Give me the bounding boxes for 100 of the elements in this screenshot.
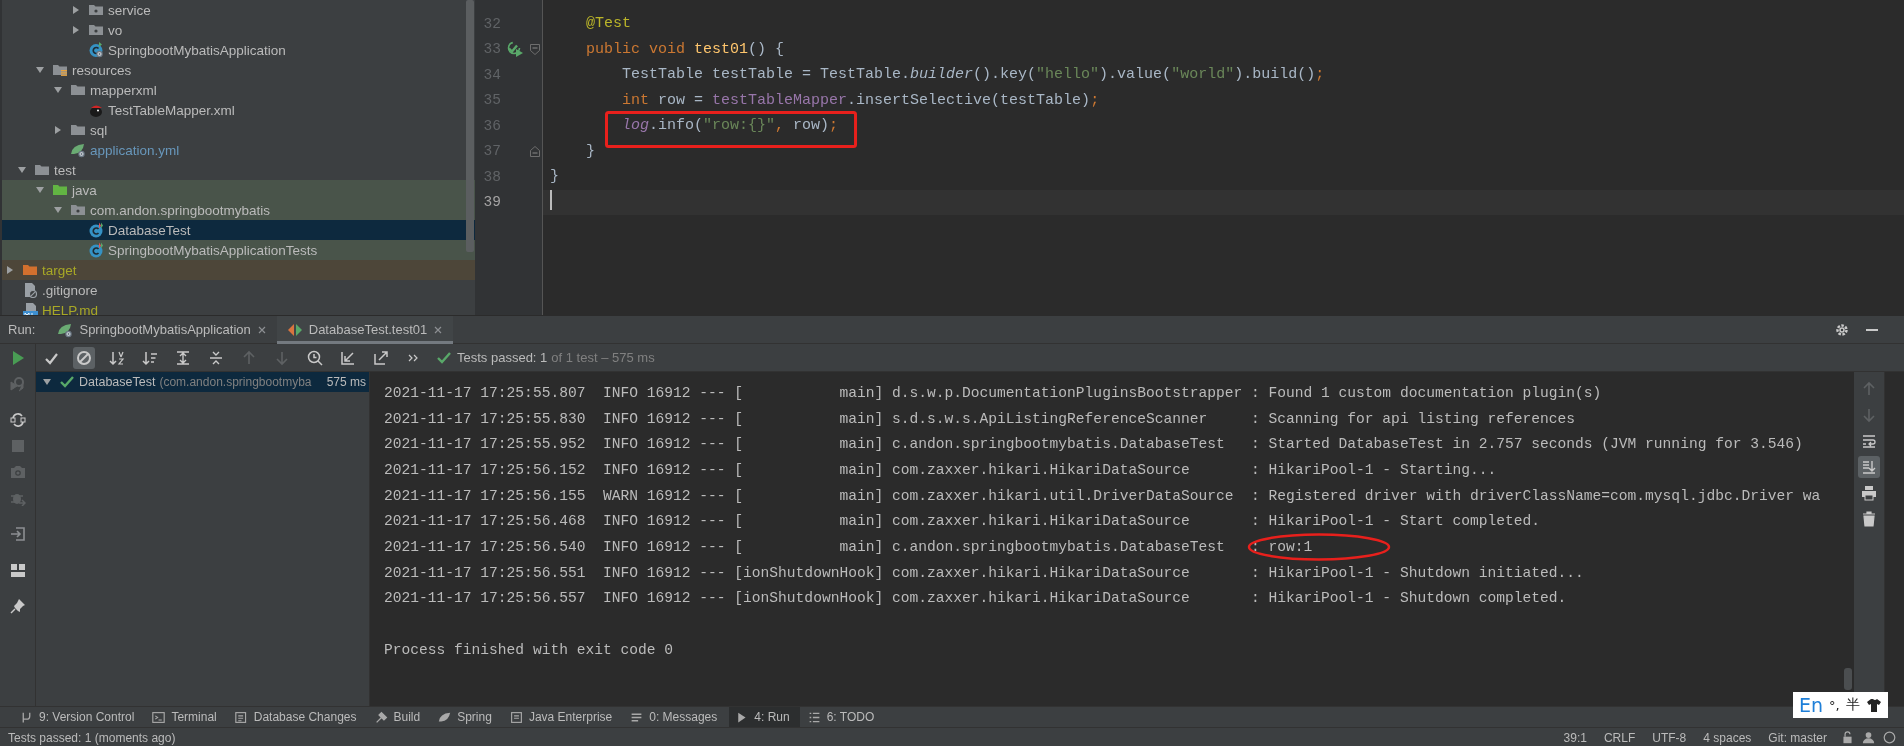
tool-window-button[interactable]: 9: Version Control [14, 707, 145, 727]
tree-item[interactable]: TestTableMapper.xml [2, 100, 475, 120]
run-tab[interactable]: SpringbootMybatisApplication [47, 315, 277, 344]
collapse-arrow-icon[interactable] [53, 205, 63, 215]
class-icon [88, 42, 104, 58]
scrollbar[interactable] [466, 0, 474, 252]
tree-item[interactable]: DatabaseTest [2, 220, 475, 240]
sort-alpha-icon [109, 349, 125, 366]
sync-icon[interactable] [9, 412, 26, 428]
code-line: public void test01() { [585, 40, 785, 58]
layout-icon[interactable] [9, 562, 26, 578]
shirt-icon[interactable] [1865, 697, 1882, 713]
tab-label[interactable]: SpringbootMybatisApplication [79, 322, 251, 337]
scroll-to-end-button[interactable] [1858, 456, 1880, 478]
tree-item[interactable]: service [2, 0, 475, 20]
expand-arrow-icon[interactable] [53, 125, 63, 135]
expand-arrow-icon[interactable] [5, 265, 15, 275]
collapse-all-icon [208, 349, 224, 366]
fold-icon[interactable] [530, 43, 540, 55]
log-message: : HikariPool-1 - Start completed. [1251, 513, 1540, 530]
ime-width-mode[interactable]: 半 [1845, 696, 1860, 714]
log-source: 2021-11-17 17:25:56.152 INFO 16912 --- [ main] com.zaxxer.hikari.HikariDataSource [384, 461, 1191, 478]
status-item[interactable]: Git: master [1768, 730, 1827, 745]
run-icon [735, 710, 749, 724]
run-test-icon[interactable] [507, 41, 523, 58]
lock-icon[interactable] [1841, 731, 1854, 744]
tool-window-button[interactable]: 4: Run [729, 707, 800, 727]
cancel-icon [76, 349, 92, 366]
close-icon[interactable] [256, 324, 267, 335]
tool-window-button[interactable]: 6: TODO [801, 707, 885, 727]
log-message: : HikariPool-1 - Shutdown completed. [1251, 590, 1567, 607]
status-item[interactable]: UTF-8 [1652, 730, 1687, 745]
panel-label: Run: [8, 322, 36, 337]
ime-punctuation[interactable]: °, [1829, 697, 1840, 713]
tree-item[interactable]: sql [2, 120, 475, 140]
login-icon[interactable] [9, 526, 26, 542]
run-tab[interactable]: DatabaseTest.test01 [276, 315, 454, 344]
tree-item[interactable]: target [2, 260, 475, 280]
test-package: (com.andon.springbootmyba [159, 375, 312, 389]
soft-wrap-icon [1861, 433, 1877, 449]
tool-window-button[interactable]: Java Enterprise [503, 707, 623, 727]
user-icon[interactable] [1862, 731, 1875, 744]
tool-window-button[interactable]: Database Changes [228, 707, 367, 727]
code-line: @Test [585, 15, 631, 33]
collapse-arrow-icon[interactable] [42, 377, 52, 387]
tree-item[interactable]: com.andon.springbootmybatis [2, 200, 475, 220]
tree-item[interactable]: application.yml [2, 140, 475, 160]
log-source: 2021-11-17 17:25:55.952 INFO 16912 --- [ main] c.andon.springbootmybatis.DatabaseTest [384, 436, 1226, 453]
scrollbar[interactable] [1844, 668, 1852, 690]
tree-item[interactable]: resources [2, 60, 475, 80]
log-message: : Scanning for api listing references [1251, 410, 1576, 427]
tree-item[interactable]: SpringbootMybatisApplication [2, 40, 475, 60]
leaf-icon [438, 710, 452, 724]
expand-arrow-icon[interactable] [71, 5, 81, 15]
status-item[interactable]: CRLF [1603, 730, 1636, 745]
log-source: 2021-11-17 17:25:56.557 INFO 16912 --- [ionShutdownHook] com.zaxxer.hikari.HikariDataSource [384, 590, 1191, 607]
collapse-arrow-icon[interactable] [35, 185, 45, 195]
fold-icon[interactable] [530, 145, 540, 157]
tree-item[interactable]: vo [2, 20, 475, 40]
sort-duration-icon [142, 349, 158, 366]
resources-folder-icon [52, 62, 68, 78]
folder-icon [34, 162, 50, 178]
tree-item[interactable]: .gitignore [2, 280, 475, 300]
ime-language[interactable]: En [1799, 694, 1824, 716]
folder-icon [70, 82, 86, 98]
status-item[interactable]: 39:1 [1563, 730, 1587, 745]
collapse-arrow-icon[interactable] [17, 165, 27, 175]
close-icon[interactable] [433, 324, 444, 335]
pin-icon[interactable] [9, 598, 26, 614]
tree-item[interactable]: SpringbootMybatisApplicationTests [2, 240, 475, 260]
log-source: 2021-11-17 17:25:56.540 INFO 16912 --- [ main] c.andon.springbootmybatis.DatabaseTest [384, 538, 1226, 555]
log-message: : Started DatabaseTest in 2.757 seconds (JVM running for 3.546) [1251, 436, 1803, 453]
tree-item[interactable]: mapperxml [2, 80, 475, 100]
cancel-button[interactable] [73, 346, 95, 369]
print-icon [1861, 485, 1877, 501]
log-source: 2021-11-17 17:25:55.807 INFO 16912 --- [ main] d.s.w.p.DocumentationPluginsBootstrapper [384, 384, 1244, 401]
tool-window-button[interactable]: Terminal [146, 707, 227, 727]
up-arrow-icon [1861, 381, 1877, 397]
tree-item[interactable]: java [2, 180, 475, 200]
expand-arrow-icon[interactable] [71, 25, 81, 35]
collapse-arrow-icon[interactable] [35, 65, 45, 75]
tool-window-button[interactable]: Spring [432, 707, 502, 727]
trash-icon [1861, 511, 1877, 527]
settings-icon[interactable] [1834, 321, 1850, 338]
text-caret [550, 189, 552, 210]
code-line: int row = testTableMapper.insertSelective(testTable); [621, 91, 1100, 109]
tree-item[interactable]: test [2, 160, 475, 180]
tab-label[interactable]: DatabaseTest.test01 [308, 322, 428, 337]
log-message: : HikariPool-1 - Starting... [1251, 461, 1497, 478]
status-item[interactable]: 4 spaces [1703, 730, 1752, 745]
collapse-arrow-icon[interactable] [53, 85, 63, 95]
leaf-icon [57, 321, 74, 338]
test-status: Tests passed: 1 [457, 350, 548, 365]
test-item[interactable]: DatabaseTest (com.andon.springbootmyba 575 ms [36, 372, 369, 392]
terminal-icon [152, 710, 166, 724]
code-line: log.info("row:{}", row); [621, 117, 839, 135]
code-line: } [585, 142, 595, 160]
tool-window-button[interactable]: 0: Messages [624, 707, 728, 727]
tool-window-button[interactable]: Build [368, 707, 431, 727]
log-message: : row:1 [1251, 538, 1313, 555]
